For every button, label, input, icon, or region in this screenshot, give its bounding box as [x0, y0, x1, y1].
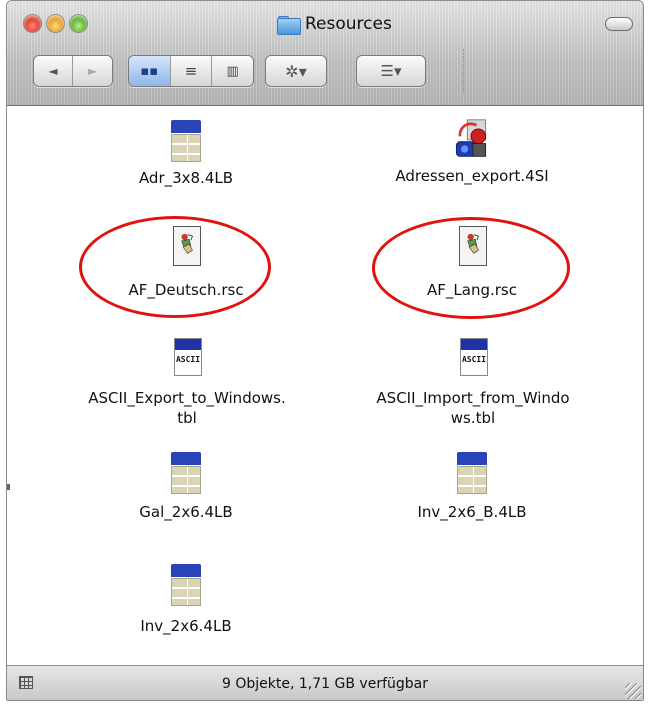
icon-view-button[interactable]: ▪▪: [129, 56, 170, 86]
ascii-icon-text: ASCII: [175, 355, 201, 364]
file-item[interactable]: Gal_2x6.4LB: [61, 452, 311, 522]
status-bar: 9 Objekte, 1,71 GB verfügbar: [7, 665, 643, 700]
zoom-button[interactable]: [70, 15, 87, 32]
window-title-text: Resources: [305, 14, 392, 34]
back-forward-control: ◄ ►: [33, 55, 113, 87]
ascii-doc-icon: ASCII: [170, 338, 204, 380]
spreadsheet-doc-icon: [169, 452, 203, 494]
resize-marker: [7, 484, 10, 490]
back-button[interactable]: ◄: [34, 56, 72, 86]
file-name: Adressen_export.4SI: [395, 167, 549, 185]
file-icon-area: Adr_3x8.4LB Adressen_export.4SI AF_Deuts…: [7, 106, 643, 665]
arrange-icon: ☰▾: [380, 62, 402, 80]
spreadsheet-doc-icon: [169, 564, 203, 606]
export-app-icon: [452, 118, 492, 164]
spreadsheet-doc-icon: [455, 452, 489, 494]
spreadsheet-doc-icon: [169, 120, 203, 162]
gear-icon: ✲▾: [285, 61, 307, 81]
grid-icon: [19, 676, 33, 689]
arrange-menu-button[interactable]: ☰▾: [356, 55, 426, 87]
highlight-oval: [79, 216, 271, 318]
file-name-continued: tbl: [177, 409, 197, 427]
file-item[interactable]: ASCII ASCII_Export_to_Windows. tbl: [47, 338, 327, 428]
file-item[interactable]: Adressen_export.4SI: [347, 118, 597, 186]
file-name: Inv_2x6.4LB: [140, 617, 232, 635]
file-name: ASCII_Export_to_Windows.: [88, 389, 286, 407]
file-name-continued: ws.tbl: [450, 409, 496, 427]
title-toolbar-area: Resources ◄ ► ▪▪ ≡ ▥ ✲▾ ☰▾: [7, 1, 643, 106]
file-item[interactable]: Adr_3x8.4LB: [61, 120, 311, 188]
close-button[interactable]: [24, 15, 41, 32]
file-item[interactable]: ASCII ASCII_Import_from_Windo ws.tbl: [333, 338, 613, 428]
folder-icon: [277, 15, 301, 35]
file-item[interactable]: Inv_2x6_B.4LB: [347, 452, 597, 522]
file-name: Gal_2x6.4LB: [139, 503, 233, 521]
highlight-oval: [372, 217, 570, 319]
file-name: ASCII_Import_from_Windo: [376, 389, 570, 407]
toolbar-separator: [463, 49, 465, 93]
column-view-button[interactable]: ▥: [211, 56, 253, 86]
forward-button[interactable]: ►: [72, 56, 112, 86]
icon-view-icon: ▪▪: [140, 63, 159, 79]
window-title: Resources: [277, 11, 392, 37]
file-name: Inv_2x6_B.4LB: [417, 503, 527, 521]
list-view-icon: ≡: [184, 62, 198, 80]
ascii-icon-text: ASCII: [461, 355, 487, 364]
toolbar-toggle-button[interactable]: [605, 17, 633, 31]
file-name: Adr_3x8.4LB: [138, 169, 234, 187]
list-view-button[interactable]: ≡: [169, 56, 212, 86]
minimize-button[interactable]: [47, 15, 64, 32]
ascii-doc-icon: ASCII: [456, 338, 490, 380]
column-view-icon: ▥: [226, 63, 239, 79]
resize-grip-icon[interactable]: [625, 683, 641, 699]
action-menu-button[interactable]: ✲▾: [265, 55, 327, 87]
view-mode-control: ▪▪ ≡ ▥: [128, 55, 254, 87]
file-item[interactable]: Inv_2x6.4LB: [61, 564, 311, 636]
finder-window: Resources ◄ ► ▪▪ ≡ ▥ ✲▾ ☰▾ Adr_3x8.4LB A…: [6, 0, 644, 701]
status-text: 9 Objekte, 1,71 GB verfügbar: [222, 675, 428, 692]
